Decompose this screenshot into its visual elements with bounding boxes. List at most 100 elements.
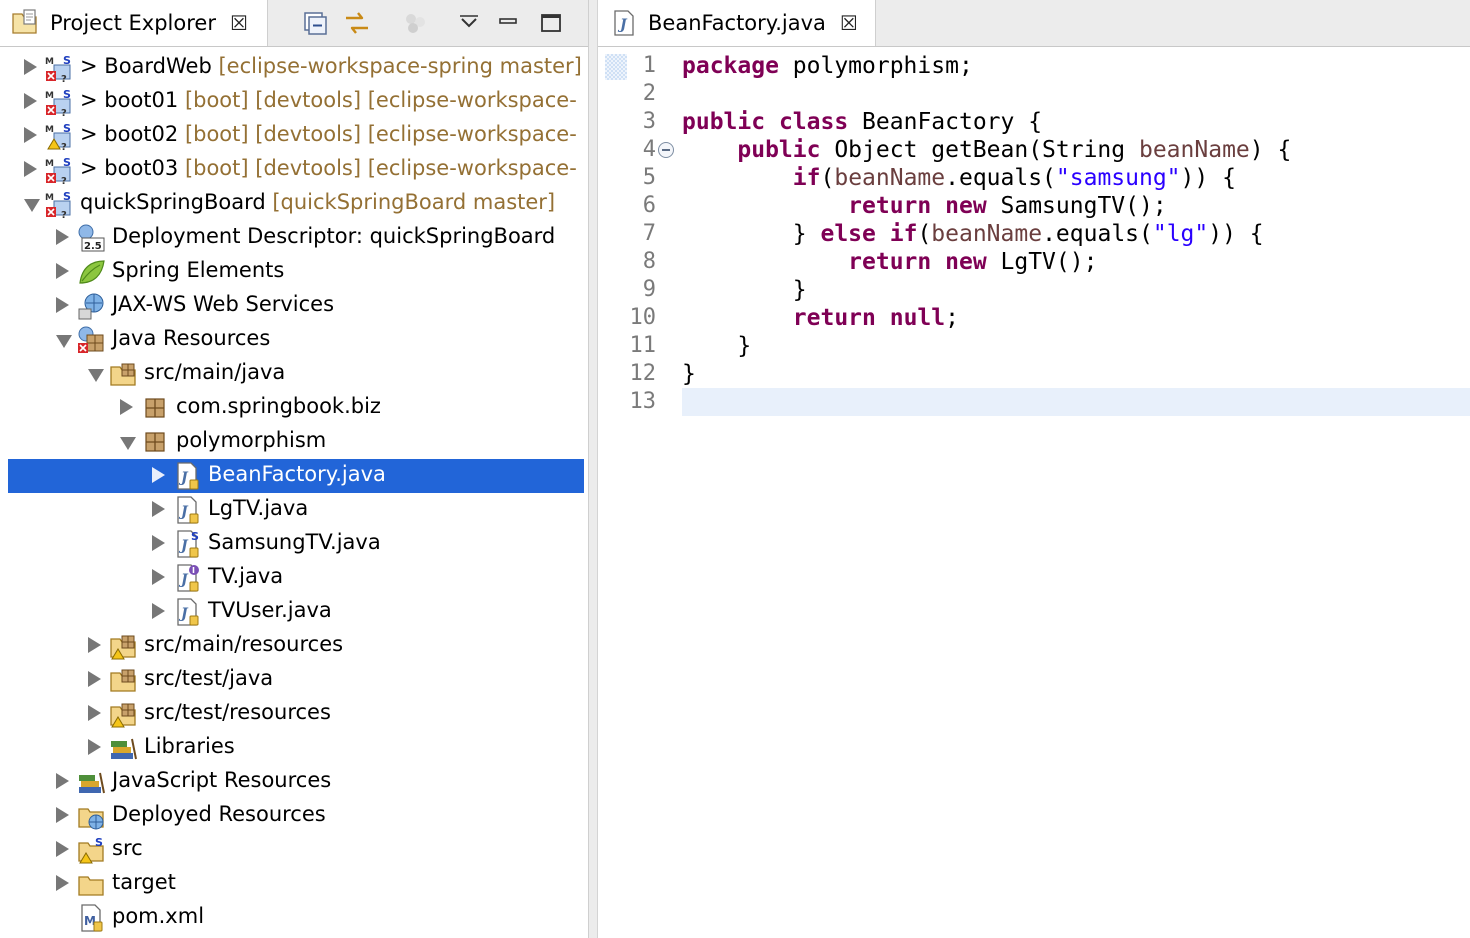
view-splitter[interactable] bbox=[589, 0, 598, 938]
expand-twisty-icon[interactable] bbox=[24, 127, 37, 143]
project-explorer-tab[interactable]: Project Explorer ☒ bbox=[0, 0, 268, 46]
expand-twisty-icon[interactable] bbox=[56, 297, 69, 313]
tree-item-label: TVUser.java bbox=[208, 598, 332, 622]
code-line[interactable]: } bbox=[682, 276, 807, 304]
tree-item-tvuser-java[interactable]: J TVUser.java bbox=[0, 595, 588, 629]
expand-twisty-icon[interactable] bbox=[152, 467, 165, 483]
tree-item-com-springbook-biz[interactable]: com.springbook.biz bbox=[0, 391, 588, 425]
expand-twisty-icon[interactable] bbox=[152, 501, 165, 517]
svg-text:?: ? bbox=[61, 176, 67, 185]
repository-decoration: [boot] [devtools] [eclipse-workspace- bbox=[178, 122, 577, 146]
fold-toggle-icon[interactable] bbox=[658, 142, 674, 158]
tree-item-libraries[interactable]: Libraries bbox=[0, 731, 588, 765]
editor-tab-beanfactory[interactable]: J BeanFactory.java ☒ bbox=[598, 0, 876, 46]
tree-item-boot01[interactable]: M S? > boot01 [boot] [devtools] [eclipse-w… bbox=[0, 85, 588, 119]
code-token: Object getBean(String bbox=[820, 137, 1139, 163]
expand-twisty-icon[interactable] bbox=[24, 161, 37, 177]
tree-item-beanfactory-java[interactable]: J BeanFactory.java bbox=[8, 459, 584, 493]
expand-twisty-icon[interactable] bbox=[56, 229, 69, 245]
maven-spring-error-project-icon: M S? bbox=[45, 88, 71, 117]
view-menu-icon[interactable] bbox=[452, 6, 486, 40]
tree-item-src-test-java[interactable]: src/test/java bbox=[0, 663, 588, 697]
expand-twisty-icon[interactable] bbox=[88, 705, 101, 721]
git-dirty-marker: > bbox=[80, 156, 105, 180]
tree-item-boot03[interactable]: M S? > boot03 [boot] [devtools] [eclipse-w… bbox=[0, 153, 588, 187]
close-icon[interactable]: ☒ bbox=[230, 13, 248, 33]
expand-twisty-icon[interactable] bbox=[88, 739, 101, 755]
collapse-twisty-icon[interactable] bbox=[88, 369, 104, 382]
collapse-twisty-icon[interactable] bbox=[56, 335, 72, 348]
source-folder-warning-icon bbox=[110, 703, 136, 728]
expand-twisty-icon[interactable] bbox=[152, 603, 165, 619]
close-icon[interactable]: ☒ bbox=[840, 13, 858, 33]
tree-item-src-test-resources[interactable]: src/test/resources bbox=[0, 697, 588, 731]
collapse-all-icon[interactable] bbox=[298, 6, 332, 40]
code-line[interactable]: return null; bbox=[682, 304, 959, 332]
code-line[interactable]: public class BeanFactory { bbox=[682, 108, 1042, 136]
tree-item-label: > boot02 [boot] [devtools] [eclipse-work… bbox=[80, 122, 577, 146]
tree-item-tv-java[interactable]: J I TV.java bbox=[0, 561, 588, 595]
tree-item-pom-xml[interactable]: Mpom.xml bbox=[0, 901, 588, 935]
expand-twisty-icon[interactable] bbox=[56, 773, 69, 789]
tree-item-java-resources[interactable]: Java Resources bbox=[0, 323, 588, 357]
expand-twisty-icon[interactable] bbox=[152, 535, 165, 551]
tree-item-label: JavaScript Resources bbox=[112, 768, 331, 792]
tree-item-label: quickSpringBoard [quickSpringBoard maste… bbox=[80, 190, 555, 214]
tree-item-src-main-resources[interactable]: src/main/resources bbox=[0, 629, 588, 663]
code-line[interactable]: } else if(beanName.equals("lg")) { bbox=[682, 220, 1264, 248]
collapse-twisty-icon[interactable] bbox=[120, 437, 136, 450]
expand-twisty-icon[interactable] bbox=[88, 671, 101, 687]
expand-twisty-icon[interactable] bbox=[88, 637, 101, 653]
line-number: 4 bbox=[642, 137, 656, 162]
expand-twisty-icon[interactable] bbox=[24, 59, 37, 75]
expand-twisty-icon[interactable] bbox=[152, 569, 165, 585]
code-token: .equals( bbox=[1042, 221, 1153, 247]
focus-active-task-icon[interactable] bbox=[398, 6, 432, 40]
tree-item-boot02[interactable]: M S? > boot02 [boot] [devtools] [eclipse-w… bbox=[0, 119, 588, 153]
code-line[interactable]: if(beanName.equals("samsung")) { bbox=[682, 164, 1236, 192]
tree-item-samsungtv-java[interactable]: J S SamsungTV.java bbox=[0, 527, 588, 561]
tree-item-src-main-java[interactable]: src/main/java bbox=[0, 357, 588, 391]
collapse-twisty-icon[interactable] bbox=[24, 199, 40, 212]
keyword-token: public bbox=[737, 137, 821, 163]
minimize-icon[interactable] bbox=[491, 6, 525, 40]
tree-item-jax-ws-web-services[interactable]: JAX-WS Web Services bbox=[0, 289, 588, 323]
code-line[interactable]: package polymorphism; bbox=[682, 52, 973, 80]
code-token: } bbox=[682, 333, 752, 359]
expand-twisty-icon[interactable] bbox=[56, 263, 69, 279]
tree-item-javascript-resources[interactable]: JavaScript Resources bbox=[0, 765, 588, 799]
maximize-icon[interactable] bbox=[534, 6, 568, 40]
expand-twisty-icon[interactable] bbox=[120, 399, 133, 415]
code-token: ; bbox=[945, 305, 959, 331]
java-editor[interactable]: 1 2 3 4 5 6 7 8 9 10 11 12 13 package polymorphism; p… bbox=[598, 46, 1470, 938]
code-line[interactable]: } bbox=[682, 332, 751, 360]
code-line[interactable]: return new SamsungTV(); bbox=[682, 192, 1167, 220]
keyword-token: new bbox=[945, 249, 987, 275]
tree-item-label: Spring Elements bbox=[112, 258, 284, 282]
editor-tab-title: BeanFactory.java bbox=[648, 11, 826, 35]
tree-item-label: Deployed Resources bbox=[112, 802, 326, 826]
expand-twisty-icon[interactable] bbox=[56, 807, 69, 823]
expand-twisty-icon[interactable] bbox=[24, 93, 37, 109]
expand-twisty-icon[interactable] bbox=[56, 841, 69, 857]
tree-item-src[interactable]: Ssrc bbox=[0, 833, 588, 867]
tree-item-label: src/main/resources bbox=[144, 632, 343, 656]
tree-item-quickspringboard[interactable]: M S? quickSpringBoard [quickSpringBoard ma… bbox=[0, 187, 588, 221]
tree-item-spring-elements[interactable]: Spring Elements bbox=[0, 255, 588, 289]
tree-item-deployment-descriptor-quickspringboard[interactable]: 2.5 Deployment Descriptor: quickSpringBoa… bbox=[0, 221, 588, 255]
tree-item-target[interactable]: target bbox=[0, 867, 588, 901]
line-number: 6 bbox=[642, 193, 656, 218]
code-line[interactable]: public Object getBean(String beanName) { bbox=[682, 136, 1291, 164]
link-with-editor-icon[interactable] bbox=[340, 6, 374, 40]
code-line[interactable]: return new LgTV(); bbox=[682, 248, 1097, 276]
tree-item-lgtv-java[interactable]: J LgTV.java bbox=[0, 493, 588, 527]
code-line[interactable]: } bbox=[682, 360, 696, 388]
tree-item-deployed-resources[interactable]: Deployed Resources bbox=[0, 799, 588, 833]
tree-item-boardweb[interactable]: M S? > BoardWeb [eclipse-workspace-spring … bbox=[0, 51, 588, 85]
git-dirty-marker: > bbox=[80, 122, 105, 146]
line-number: 13 bbox=[629, 389, 657, 414]
project-explorer-view: Project Explorer ☒ M S? > BoardWeb [eclips… bbox=[0, 0, 589, 938]
expand-twisty-icon[interactable] bbox=[56, 875, 69, 891]
tree-item-polymorphism[interactable]: polymorphism bbox=[0, 425, 588, 459]
